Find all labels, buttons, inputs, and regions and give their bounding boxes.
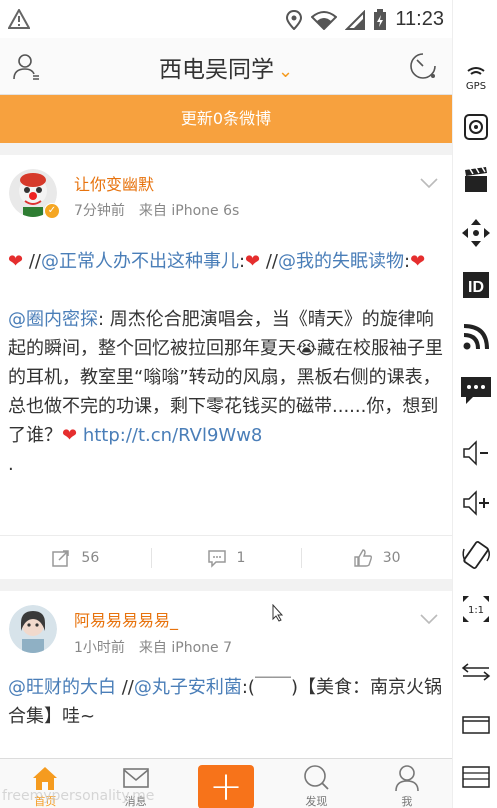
window-icon[interactable] bbox=[459, 708, 493, 742]
rss-icon[interactable] bbox=[459, 320, 493, 354]
post-time: 7分钟前 bbox=[74, 203, 125, 219]
top-nav: 西电吴同学 ⌄ bbox=[0, 38, 452, 95]
repost-count: 56 bbox=[81, 550, 100, 566]
post-content: ❤ //@正常人办不出这种事儿:❤ //@我的失眠读物:❤ @圈内密探: 周杰伦合… bbox=[8, 247, 446, 479]
compose-button[interactable]: + bbox=[198, 764, 255, 808]
post-username[interactable]: 让你变幽默 bbox=[74, 171, 154, 195]
heart-emoji: ❤ bbox=[245, 251, 261, 272]
chevron-down-icon[interactable] bbox=[420, 177, 438, 189]
watermark: freemypersonality.me bbox=[2, 788, 155, 804]
svg-text:ID: ID bbox=[468, 279, 484, 296]
divider bbox=[0, 143, 452, 155]
volume-down-icon[interactable] bbox=[459, 436, 493, 470]
heart-emoji: ❤ bbox=[8, 251, 24, 272]
nav-title[interactable]: 西电吴同学 ⌄ bbox=[0, 50, 452, 84]
gps-icon[interactable]: GPS bbox=[459, 60, 493, 94]
clapper-icon[interactable] bbox=[459, 163, 493, 197]
radar-icon[interactable] bbox=[408, 51, 438, 81]
tab-compose[interactable]: + bbox=[181, 759, 271, 808]
warning-icon bbox=[7, 7, 31, 34]
like-count: 30 bbox=[382, 550, 401, 566]
heart-emoji: ❤ bbox=[62, 425, 78, 446]
volume-up-icon[interactable] bbox=[459, 486, 493, 520]
mention-link[interactable]: @圈内密探 bbox=[8, 309, 98, 330]
text-segment: . bbox=[8, 454, 14, 475]
repost-button[interactable]: 56 bbox=[0, 536, 151, 580]
chevron-down-icon[interactable] bbox=[420, 613, 438, 625]
post-source: 来自 iPhone 7 bbox=[138, 640, 232, 656]
url-link[interactable]: http://t.cn/RVl9Ww8 bbox=[77, 425, 263, 446]
wifi-icon bbox=[311, 10, 338, 30]
text-segment: // bbox=[23, 251, 41, 272]
svg-text:1:1: 1:1 bbox=[468, 605, 484, 616]
app-screen: 11:23 西电吴同学 ⌄ 更新0条微博 ✓ 让你变幽默 7分钟前 来自 iPhon… bbox=[0, 0, 452, 808]
id-icon[interactable]: ID bbox=[459, 268, 493, 302]
camera-icon[interactable] bbox=[459, 110, 493, 144]
plus-icon: + bbox=[209, 764, 243, 808]
status-time: 11:23 bbox=[395, 8, 444, 30]
mention-link[interactable]: @正常人办不出这种事儿 bbox=[41, 251, 239, 272]
heart-emoji: ❤ bbox=[410, 251, 426, 272]
post-time: 1小时前 bbox=[74, 640, 125, 656]
verified-badge-icon: ✓ bbox=[44, 203, 60, 219]
swap-icon[interactable] bbox=[459, 655, 493, 689]
mention-link[interactable]: @我的失眠读物 bbox=[278, 251, 404, 272]
update-banner[interactable]: 更新0条微博 bbox=[0, 95, 452, 143]
scale-icon[interactable]: 1:1 bbox=[459, 592, 493, 626]
comment-count: 1 bbox=[236, 550, 246, 566]
post-card[interactable]: ✓ 让你变幽默 7分钟前 来自 iPhone 6s ❤ //@正常人办不出这种事儿… bbox=[0, 155, 452, 579]
dpad-icon[interactable] bbox=[459, 216, 493, 250]
tab-me[interactable]: 我 bbox=[362, 759, 452, 808]
tab-discover[interactable]: 发现 bbox=[271, 759, 361, 808]
list-icon[interactable] bbox=[459, 760, 493, 794]
comment-button[interactable]: 1 bbox=[150, 536, 302, 580]
like-button[interactable]: 30 bbox=[301, 536, 452, 580]
post-content: @旺财的大白 //@丸子安利菌:(￣￣)【美食：南京火锅合集】哇~ bbox=[8, 673, 446, 731]
svg-text:GPS: GPS bbox=[466, 81, 486, 92]
person-icon bbox=[395, 765, 419, 792]
search-icon bbox=[304, 765, 330, 790]
post-meta: 7分钟前 来自 iPhone 6s bbox=[74, 200, 253, 220]
text-segment: // bbox=[116, 677, 134, 698]
mouse-cursor-icon bbox=[272, 604, 284, 622]
chevron-down-icon: ⌄ bbox=[277, 61, 294, 82]
post-actions: 56 1 30 bbox=[0, 535, 452, 580]
crying-emoji: 😭 bbox=[296, 338, 318, 359]
mention-link[interactable]: @丸子安利菌 bbox=[134, 677, 242, 698]
rotate-icon[interactable] bbox=[459, 538, 493, 572]
post-source: 来自 iPhone 6s bbox=[138, 203, 240, 219]
location-icon bbox=[286, 9, 303, 30]
tab-label: 我 bbox=[401, 795, 413, 808]
mention-link[interactable]: @旺财的大白 bbox=[8, 677, 116, 698]
post-username[interactable]: 阿易易易易易_ bbox=[74, 607, 178, 631]
thumbs-up-icon bbox=[354, 549, 372, 567]
tab-label: 发现 bbox=[305, 795, 328, 808]
sms-icon[interactable] bbox=[459, 373, 493, 407]
post-meta: 1小时前 来自 iPhone 7 bbox=[74, 637, 246, 657]
nav-title-text: 西电吴同学 bbox=[158, 57, 274, 83]
avatar[interactable] bbox=[9, 605, 57, 653]
battery-icon bbox=[374, 8, 387, 30]
text-segment: // bbox=[260, 251, 278, 272]
status-icons: 11:23 bbox=[285, 8, 444, 31]
divider bbox=[0, 579, 452, 591]
repost-icon bbox=[52, 550, 70, 567]
comment-icon bbox=[207, 550, 226, 568]
signal-icon bbox=[345, 9, 366, 30]
emulator-toolbar: GPS ID 1:1 bbox=[452, 0, 497, 808]
status-bar: 11:23 bbox=[0, 0, 452, 38]
post-card[interactable]: 阿易易易易易_ 1小时前 来自 iPhone 7 @旺财的大白 //@丸子安利菌:… bbox=[0, 591, 452, 761]
